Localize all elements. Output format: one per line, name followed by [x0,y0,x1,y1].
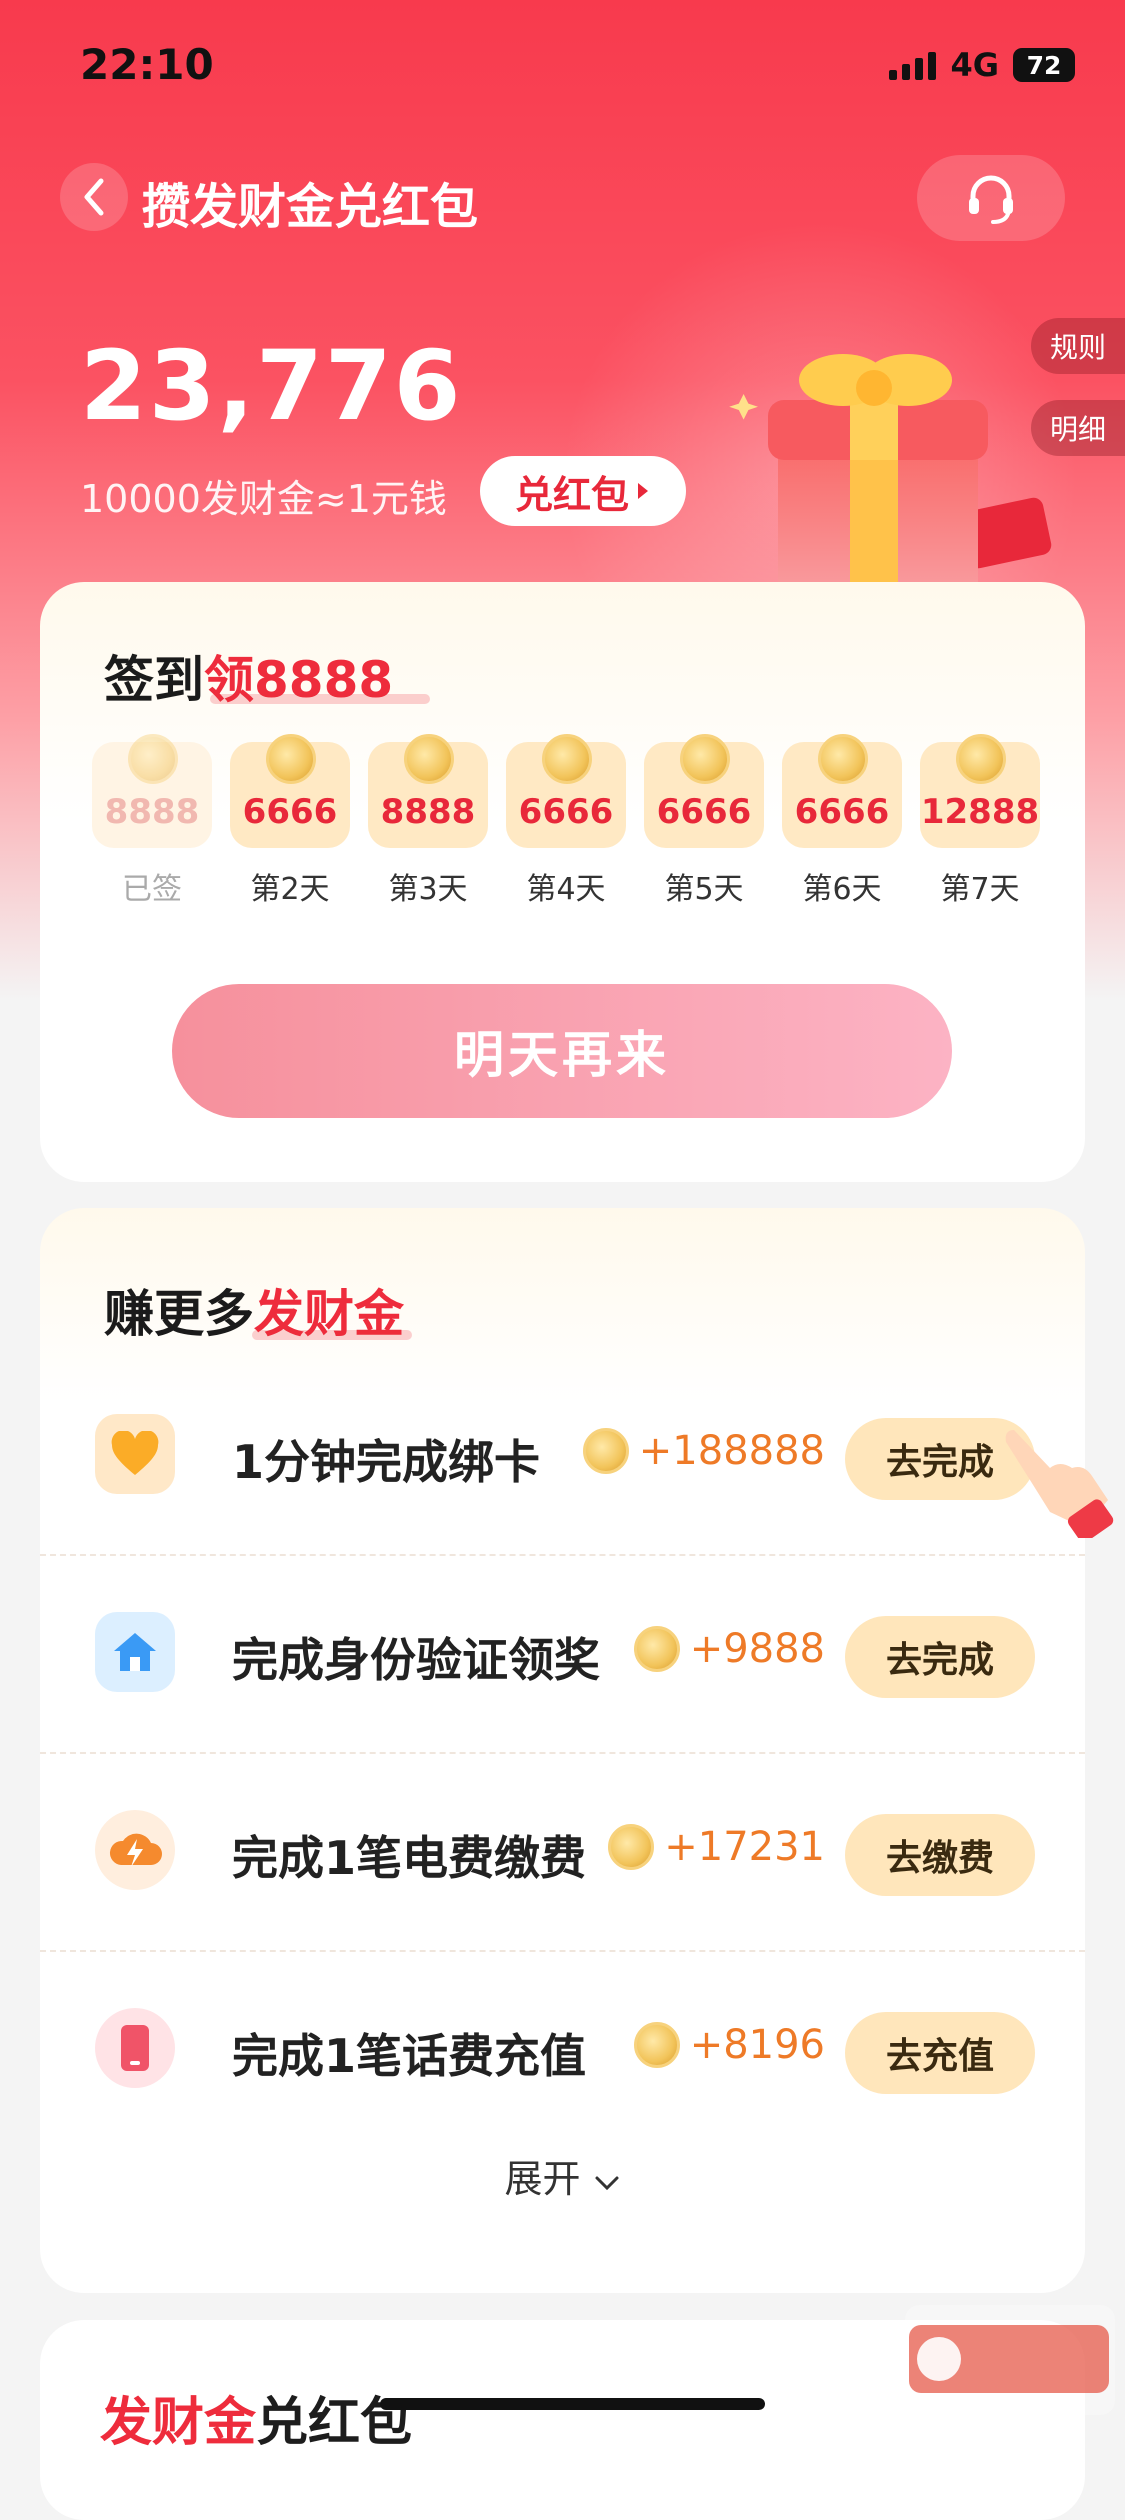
task-row: 1分钟完成绑卡 +188888 去完成 [40,1358,1085,1556]
expand-button[interactable]: 展开 [40,2148,1085,2203]
day-tile: 6666 [230,734,350,848]
day-tile: 12888 [920,734,1040,848]
day-amount: 8888 [380,792,476,832]
pointing-hand-icon [1005,1430,1114,1538]
day-label: 第7天 [940,872,1020,907]
day-amount: 6666 [242,792,338,832]
coin-icon [956,734,1006,784]
task-row: 完成1笔电费缴费 +17231 去缴费 [40,1754,1085,1952]
lightning-icon [95,1810,175,1890]
back-button[interactable] [60,163,128,231]
sign-in-days: 8888 已签 6666 第2天 8888 第3天 6666 第4天 6666 … [92,734,1040,908]
sign-in-card: 签到领8888 8888 已签 6666 第2天 8888 第3天 6666 第… [40,582,1085,1182]
day-amount: 6666 [656,792,752,832]
day-tile: 6666 [506,734,626,848]
earn-title-prefix: 赚更多 [104,1285,254,1343]
sign-in-day: 12888 第7天 [920,734,1040,908]
sign-in-day: 8888 第3天 [368,734,488,908]
status-time: 22:10 [80,40,214,89]
come-back-tomorrow-button[interactable]: 明天再来 [172,984,952,1118]
status-indicators: 4G 72 [889,46,1075,84]
task-reward: +9888 [633,1626,825,1672]
coin-icon [542,734,592,784]
home-indicator[interactable] [380,2398,765,2410]
caret-right-icon [638,483,648,499]
coin-icon [633,1626,680,1672]
reward-amount: +9888 [689,1626,825,1672]
day-label: 第3天 [388,872,468,907]
exchange-rate: 10000发财金≈1元钱 [80,477,447,521]
task-name: 1分钟完成绑卡 [232,1435,541,1489]
task-action-button[interactable]: 去缴费 [845,1814,1035,1896]
task-row: 完成身份验证领奖 +9888 去完成 [40,1556,1085,1754]
phone-icon [95,2008,175,2088]
redeem-button[interactable]: 兑红包 [480,456,686,526]
day-tile: 8888 [368,734,488,848]
headset-icon [969,175,1013,224]
day-tile: 6666 [644,734,764,848]
coin-icon [633,2022,680,2068]
title-underline [252,1330,412,1340]
task-name: 完成身份验证领奖 [232,1633,600,1687]
coin-icon [680,734,730,784]
nav-bar: 攒发财金兑红包 [60,155,1065,241]
page-title: 攒发财金兑红包 [142,179,479,235]
chevron-down-icon [595,2176,619,2191]
day-amount: 6666 [518,792,614,832]
coin-icon [266,734,316,784]
task-name: 完成1笔话费充值 [232,2029,587,2083]
task-name: 完成1笔电费缴费 [232,1831,587,1885]
day-amount: 12888 [920,792,1040,832]
reward-amount: +188888 [638,1428,825,1474]
title-underline [210,694,430,704]
task-action-button[interactable]: 去充值 [845,2012,1035,2094]
day-label: 第6天 [802,872,882,907]
day-amount: 6666 [794,792,890,832]
task-row: 完成1笔话费充值 +8196 去充值 [40,1952,1085,2150]
sign-in-day: 8888 已签 [92,734,212,908]
task-reward: +17231 [608,1824,825,1870]
day-label: 第5天 [664,872,744,907]
network-type: 4G [950,46,999,84]
task-action-button[interactable]: 去完成 [845,1616,1035,1698]
task-reward: +188888 [582,1428,825,1474]
earn-more-card: 赚更多发财金 1分钟完成绑卡 +188888 去完成 完成身份验证领奖 +988… [40,1208,1085,2293]
sign-in-day: 6666 第5天 [644,734,764,908]
balance-amount: 23,776 [80,330,463,442]
battery-icon: 72 [1013,48,1075,82]
reward-amount: +8196 [689,2022,825,2068]
sign-in-title-prefix: 签到 [104,651,204,709]
day-tile: 8888 [92,734,212,848]
day-tile: 6666 [782,734,902,848]
sign-in-day: 6666 第4天 [506,734,626,908]
signal-icon [889,50,937,80]
home-icon [95,1612,175,1692]
redeem-title-highlight: 发财金 [100,2393,257,2453]
status-bar: 22:10 4G 72 [80,40,1075,100]
chevron-left-icon [84,178,104,216]
day-label: 已签 [122,872,182,907]
watermark-logo [905,2305,1115,2415]
day-amount: 8888 [104,792,200,832]
coin-icon [608,1824,655,1870]
redeem-section-title: 发财金兑红包 [100,2380,412,2455]
reward-amount: +17231 [664,1824,825,1870]
coin-icon [582,1428,629,1474]
sign-in-day: 6666 第6天 [782,734,902,908]
customer-service-button[interactable] [917,155,1065,241]
coin-icon [818,734,868,784]
task-reward: +8196 [633,2022,825,2068]
coin-icon [404,734,454,784]
expand-label: 展开 [504,2157,581,2201]
heart-icon [95,1414,175,1494]
coin-icon [128,734,178,784]
day-label: 第4天 [526,872,606,907]
day-label: 第2天 [250,872,330,907]
redeem-label: 兑红包 [514,472,629,517]
sign-in-day: 6666 第2天 [230,734,350,908]
